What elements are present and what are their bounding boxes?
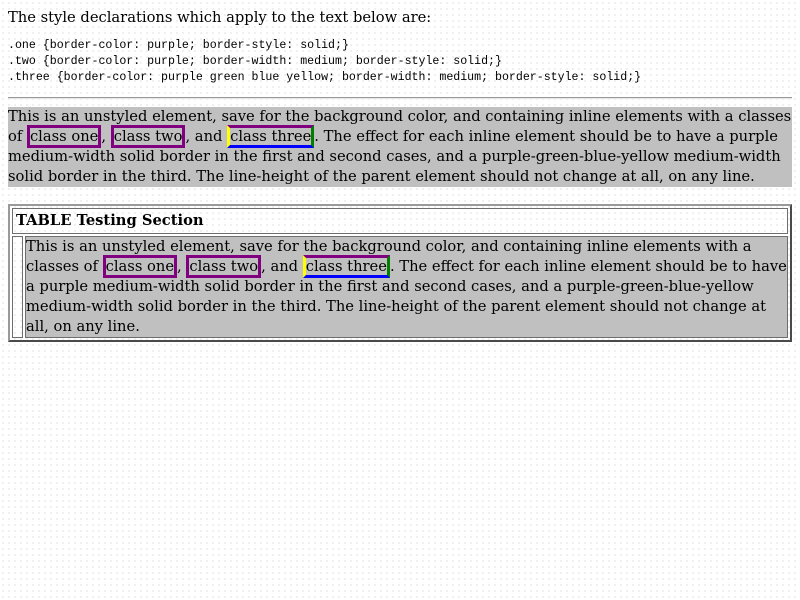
table-spacer-cell bbox=[12, 236, 23, 338]
table-section-heading: TABLE Testing Section bbox=[12, 208, 788, 234]
table-testing-section: TABLE Testing Section This is an unstyle… bbox=[8, 204, 792, 342]
paragraph-separator-2: , and bbox=[185, 128, 228, 145]
table-test-paragraph: This is an unstyled element, save for th… bbox=[26, 237, 787, 337]
test-page: The style declarations which apply to th… bbox=[8, 8, 792, 342]
table-class-two-inline: class two bbox=[186, 255, 262, 278]
table-content-cell: This is an unstyled element, save for th… bbox=[25, 236, 788, 338]
css-declarations: .one {border-color: purple; border-style… bbox=[8, 38, 792, 86]
css-rule-one: .one {border-color: purple; border-style… bbox=[8, 39, 349, 52]
table-paragraph-separator-1: , bbox=[177, 258, 187, 275]
css-rule-two: .two {border-color: purple; border-width… bbox=[8, 55, 502, 68]
divider bbox=[8, 97, 792, 99]
table-class-three-inline: class three bbox=[302, 255, 390, 278]
intro-text: The style declarations which apply to th… bbox=[8, 9, 432, 26]
class-one-inline: class one bbox=[26, 125, 102, 148]
class-three-inline: class three bbox=[227, 125, 315, 148]
paragraph-separator-1: , bbox=[101, 128, 111, 145]
class-two-inline: class two bbox=[110, 125, 186, 148]
test-paragraph: This is an unstyled element, save for th… bbox=[8, 107, 792, 187]
table-paragraph-separator-2: , and bbox=[261, 258, 303, 275]
css-rule-three: .three {border-color: purple green blue … bbox=[8, 71, 642, 84]
table-class-one-inline: class one bbox=[102, 255, 178, 278]
